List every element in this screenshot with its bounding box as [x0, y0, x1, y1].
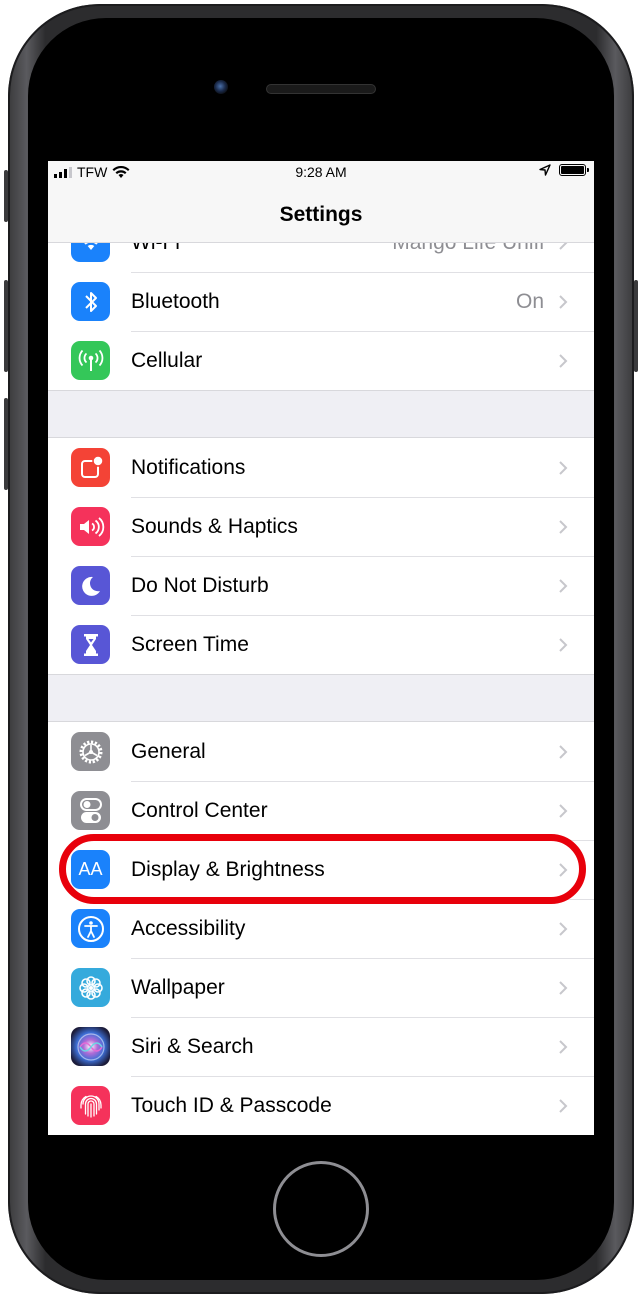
settings-row-label: Control Center — [131, 798, 268, 822]
screen: TFW 9:28 AM Settings Bluetooth On Cellul… — [48, 161, 594, 1135]
settings-row-label: Bluetooth — [131, 289, 220, 313]
status-bar: TFW 9:28 AM — [48, 161, 594, 183]
text-size-icon: AA — [71, 850, 110, 889]
chevron-right-icon — [559, 353, 568, 368]
settings-row-touch-id[interactable]: Touch ID & Passcode — [48, 1076, 594, 1135]
chevron-right-icon — [559, 862, 568, 877]
bluetooth-icon — [71, 282, 110, 321]
settings-group-notifications: Notifications Sounds & Haptics Do Not Di… — [48, 437, 594, 675]
cellular-antenna-icon — [71, 341, 110, 380]
speaker-icon — [71, 507, 110, 546]
navigation-bar: Settings — [48, 183, 594, 243]
chevron-right-icon — [559, 803, 568, 818]
gear-icon — [71, 732, 110, 771]
hourglass-icon — [71, 625, 110, 664]
settings-row-label: Screen Time — [131, 632, 249, 656]
chevron-right-icon — [559, 1039, 568, 1054]
settings-row-siri[interactable]: Siri & Search — [48, 1017, 594, 1076]
chevron-right-icon — [559, 921, 568, 936]
location-arrow-icon — [539, 164, 551, 176]
chevron-right-icon — [559, 519, 568, 534]
settings-row-label: Cellular — [131, 348, 203, 372]
chevron-right-icon — [559, 294, 568, 309]
settings-row-label: Touch ID & Passcode — [131, 1093, 332, 1117]
settings-group-general: General Control Center AA Display & Brig… — [48, 721, 594, 1135]
settings-row-value: On — [515, 289, 544, 313]
settings-row-wallpaper[interactable]: Wallpaper — [48, 958, 594, 1017]
home-button[interactable] — [273, 1161, 369, 1257]
chevron-right-icon — [559, 980, 568, 995]
text-size-glyph: AA — [78, 859, 103, 879]
settings-list[interactable]: Wi-Fi Mango Life Unifi Bluetooth On — [48, 212, 594, 1135]
front-camera — [214, 80, 228, 94]
settings-row-control-center[interactable]: Control Center — [48, 781, 594, 840]
chevron-right-icon — [559, 744, 568, 759]
section-separator — [48, 675, 594, 721]
settings-row-label: General — [131, 739, 206, 763]
power-button — [634, 280, 638, 372]
battery-icon — [559, 164, 589, 176]
siri-icon — [71, 1027, 110, 1066]
section-separator — [48, 391, 594, 437]
settings-row-label: Notifications — [131, 455, 246, 479]
status-time: 9:28 AM — [295, 164, 347, 180]
settings-row-label: Siri & Search — [131, 1034, 254, 1058]
chevron-right-icon — [559, 460, 568, 475]
settings-row-accessibility[interactable]: Accessibility — [48, 899, 594, 958]
settings-row-general[interactable]: General — [48, 722, 594, 781]
settings-row-label: Accessibility — [131, 916, 246, 940]
settings-row-screen-time[interactable]: Screen Time — [48, 615, 594, 674]
settings-row-cellular[interactable]: Cellular — [48, 331, 594, 390]
settings-row-sounds[interactable]: Sounds & Haptics — [48, 497, 594, 556]
earpiece-speaker — [266, 84, 376, 94]
volume-up-button — [4, 280, 8, 372]
chevron-right-icon — [559, 1098, 568, 1113]
chevron-right-icon — [559, 578, 568, 593]
volume-down-button — [4, 398, 8, 490]
settings-row-label: Display & Brightness — [131, 857, 325, 881]
fingerprint-icon — [71, 1086, 110, 1125]
page-title: Settings — [279, 203, 363, 226]
settings-row-do-not-disturb[interactable]: Do Not Disturb — [48, 556, 594, 615]
settings-row-bluetooth[interactable]: Bluetooth On — [48, 272, 594, 331]
settings-row-display-brightness[interactable]: AA Display & Brightness — [48, 840, 594, 899]
settings-row-label: Sounds & Haptics — [131, 514, 298, 538]
settings-row-label: Do Not Disturb — [131, 573, 269, 597]
settings-row-label: Wallpaper — [131, 975, 225, 999]
accessibility-icon — [71, 909, 110, 948]
moon-icon — [71, 566, 110, 605]
toggles-icon — [71, 791, 110, 830]
chevron-right-icon — [559, 637, 568, 652]
settings-row-notifications[interactable]: Notifications — [48, 438, 594, 497]
mute-switch — [4, 170, 8, 222]
notifications-icon — [71, 448, 110, 487]
flower-icon — [71, 968, 110, 1007]
